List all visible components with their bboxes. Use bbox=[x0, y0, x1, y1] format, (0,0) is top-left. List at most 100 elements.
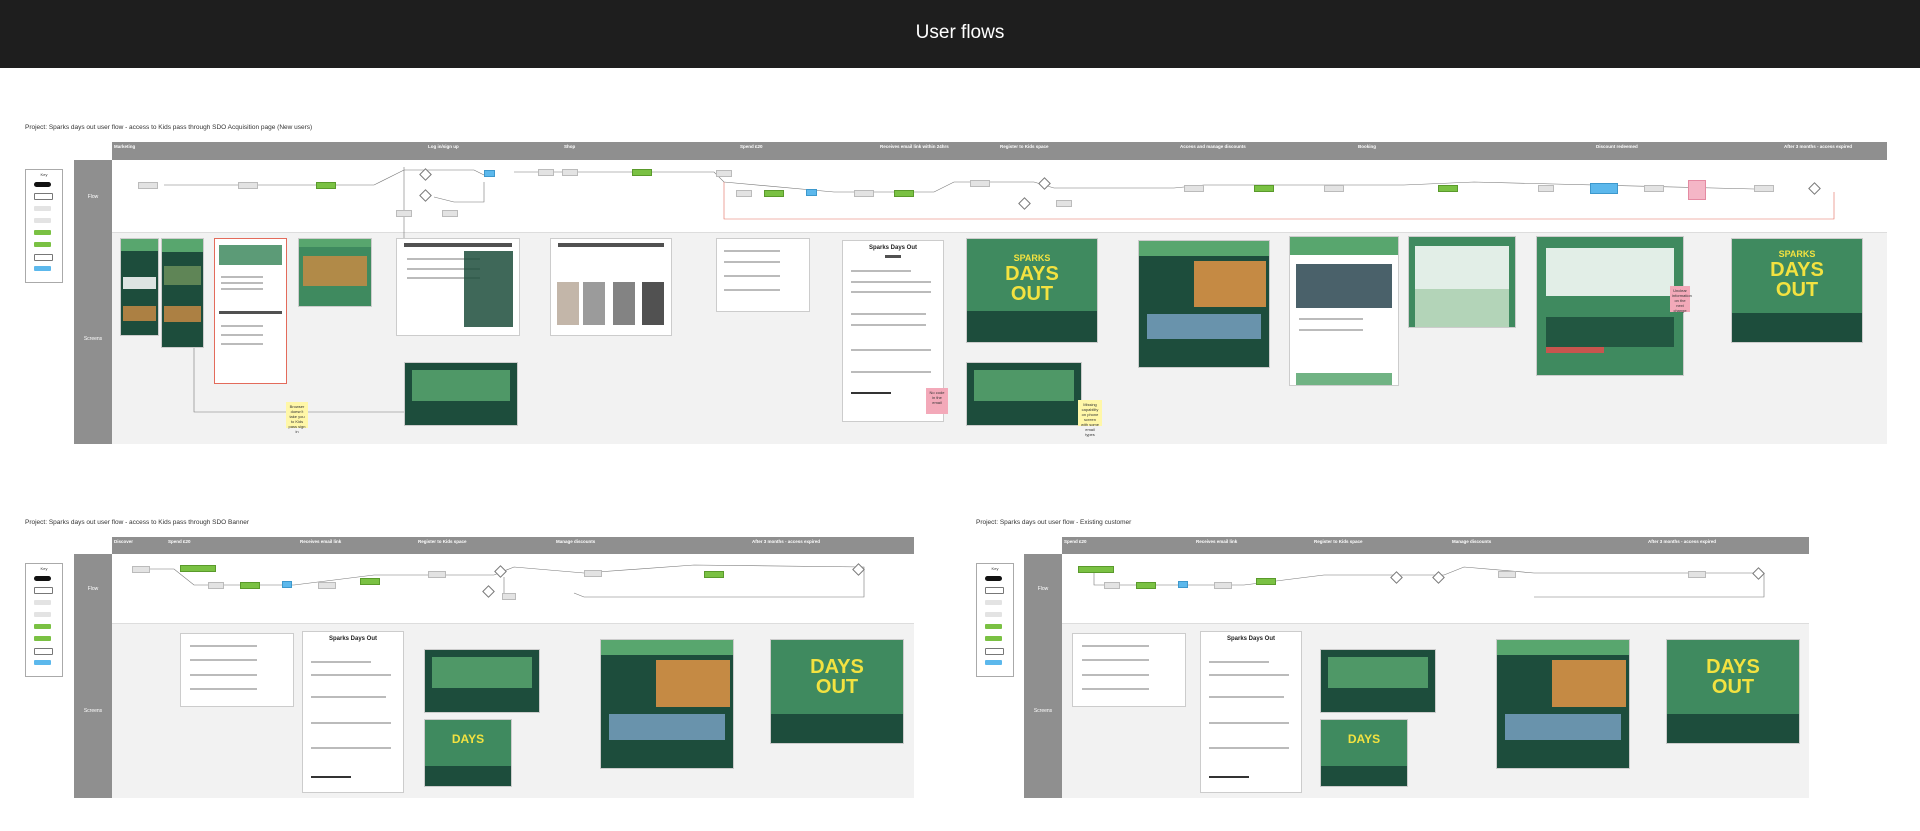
key-title: Key bbox=[991, 566, 999, 571]
screen-sdo-promo: SPARKS DAYS OUT bbox=[966, 238, 1098, 343]
flow-step bbox=[1184, 185, 1204, 192]
promo-text: SPARKS bbox=[1778, 249, 1816, 259]
flow-note bbox=[1688, 180, 1706, 200]
text-placeholder bbox=[220, 342, 264, 345]
flow-step bbox=[396, 210, 412, 217]
text-placeholder bbox=[851, 313, 926, 315]
text-placeholder bbox=[220, 276, 264, 279]
screen-sdo-promo: DAYS bbox=[1320, 719, 1408, 787]
flow-step bbox=[208, 582, 224, 589]
email-title: Sparks Days Out bbox=[1226, 636, 1276, 642]
flow-action bbox=[180, 565, 216, 572]
promo-text: OUT bbox=[1711, 676, 1755, 698]
flow-action bbox=[704, 571, 724, 578]
screen-marketing-email-2 bbox=[161, 238, 204, 348]
flow-step bbox=[538, 169, 554, 176]
screen-header bbox=[1497, 640, 1629, 656]
key-swatch bbox=[985, 612, 1002, 617]
key-swatch bbox=[34, 587, 53, 594]
flow-step bbox=[1214, 582, 1232, 589]
content-block bbox=[123, 277, 156, 289]
key-swatch bbox=[34, 576, 51, 581]
board2-key: Key bbox=[25, 563, 63, 677]
content-block bbox=[967, 311, 1097, 342]
flow-system bbox=[484, 170, 495, 177]
screen-offer-detail bbox=[1289, 236, 1399, 386]
flow-step bbox=[562, 169, 578, 176]
connector-line bbox=[723, 182, 1835, 220]
content-block bbox=[164, 305, 201, 323]
screen-checkout bbox=[1072, 633, 1186, 707]
text-placeholder bbox=[851, 370, 931, 373]
content-block bbox=[1667, 714, 1799, 743]
content-block bbox=[431, 657, 533, 689]
screen-header bbox=[162, 239, 203, 252]
content-block bbox=[771, 714, 903, 743]
content-block bbox=[123, 306, 156, 321]
screen-header bbox=[299, 239, 371, 248]
screen-shop-products bbox=[550, 238, 672, 336]
flow-action bbox=[632, 169, 652, 176]
content-block bbox=[219, 311, 282, 314]
flow-system bbox=[1178, 581, 1188, 588]
screen-sparks-email: Sparks Days Out bbox=[1200, 631, 1302, 793]
flow-action bbox=[1078, 566, 1114, 573]
key-start-end bbox=[34, 182, 51, 187]
connector-line bbox=[433, 182, 485, 203]
text-placeholder bbox=[220, 325, 264, 328]
flow-step bbox=[1754, 185, 1774, 192]
flow-step bbox=[442, 210, 458, 217]
screen-booking-form bbox=[1408, 236, 1516, 328]
content-block bbox=[558, 242, 664, 247]
content-block bbox=[1504, 714, 1622, 740]
flow-action bbox=[360, 578, 380, 585]
flow-system bbox=[282, 581, 292, 588]
flow-step bbox=[1104, 582, 1120, 589]
screen-sign-in-2 bbox=[966, 362, 1082, 426]
text-placeholder bbox=[724, 249, 780, 252]
content-block bbox=[608, 714, 726, 740]
board2-title: Project: Sparks days out user flow - acc… bbox=[25, 519, 249, 526]
flow-action bbox=[1136, 582, 1156, 589]
flow-step bbox=[716, 170, 732, 177]
content-block bbox=[613, 282, 635, 326]
screen-checkout bbox=[180, 633, 294, 707]
screen-sparks-email: Sparks Days Out bbox=[302, 631, 404, 793]
text-placeholder bbox=[1209, 776, 1249, 778]
content-block bbox=[1327, 657, 1429, 689]
screen-sign-in bbox=[404, 362, 518, 426]
board3: Spend £20 Receives email link Register t… bbox=[1024, 537, 1809, 798]
text-placeholder bbox=[724, 260, 780, 263]
flow-action bbox=[1438, 185, 1458, 192]
screen-access-expired: SPARKS DAYS OUT bbox=[1731, 238, 1863, 343]
key-action-2 bbox=[34, 242, 51, 247]
flow-step bbox=[502, 593, 516, 600]
key-swatch bbox=[985, 624, 1002, 629]
flow-step bbox=[1056, 200, 1072, 207]
flow-step bbox=[854, 190, 874, 197]
text-placeholder bbox=[220, 282, 264, 285]
flow-step bbox=[736, 190, 752, 197]
content-block bbox=[1545, 317, 1675, 348]
key-swatch bbox=[34, 624, 51, 629]
screen-header bbox=[601, 640, 733, 656]
promo-text: OUT bbox=[815, 676, 859, 698]
content-block bbox=[973, 370, 1075, 402]
board3-title: Project: Sparks days out user flow - Exi… bbox=[976, 519, 1132, 526]
text-placeholder bbox=[311, 776, 351, 778]
screen-kids-space-offers bbox=[1138, 240, 1270, 368]
sticky-note: Missing capability on phone screen with … bbox=[1078, 400, 1102, 437]
key-swatch bbox=[34, 636, 51, 641]
content-block bbox=[583, 282, 605, 326]
content-block bbox=[411, 370, 511, 402]
page-title: User flows bbox=[915, 22, 1005, 43]
text-placeholder bbox=[311, 673, 391, 676]
key-swatch bbox=[985, 660, 1002, 665]
promo-text: OUT bbox=[1010, 283, 1054, 305]
text-placeholder bbox=[1209, 747, 1289, 750]
text-placeholder bbox=[1081, 659, 1150, 662]
connector-line bbox=[1093, 566, 1765, 598]
content-block bbox=[164, 266, 201, 286]
promo-text: OUT bbox=[1775, 279, 1819, 301]
board1-title: Project: Sparks days out user flow - acc… bbox=[25, 124, 313, 131]
